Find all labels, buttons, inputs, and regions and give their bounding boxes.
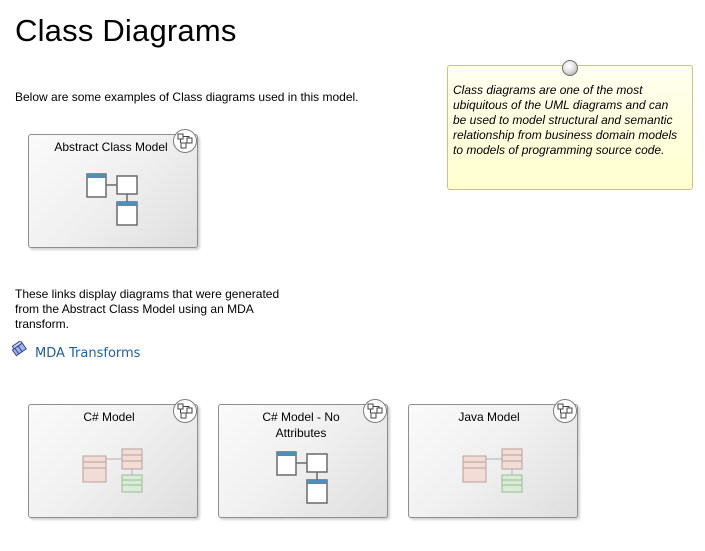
links-description-line: transform. (15, 317, 70, 331)
diagram-card-label: C# Model - No Attributes (219, 409, 387, 441)
diagram-card-csharp-model[interactable]: C# Model (28, 399, 198, 518)
diagram-card-label-line: Attributes (275, 426, 327, 440)
note-line: relationship from business domain models (453, 128, 678, 142)
diagram-card-label: Abstract Class Model (54, 140, 168, 154)
diagram-card-abstract-class-model[interactable]: Abstract Class Model (28, 129, 198, 248)
class-diagrams-page: Class Diagrams Below are some examples o… (0, 0, 705, 551)
diagram-link-icon (363, 399, 387, 423)
intro-text: Below are some examples of Class diagram… (15, 90, 359, 104)
note-line: Class diagrams are one of the most (453, 83, 643, 97)
note-line: be used to model structural and semantic (453, 113, 673, 127)
diagram-card-java-model[interactable]: Java Model (408, 399, 578, 518)
note-pin-icon (562, 60, 578, 76)
note-line: to models of programming source code. (453, 143, 665, 157)
diagram-link-icon (553, 399, 577, 423)
class-diagram-thumbnail-icon (86, 173, 138, 226)
diagram-card-csharp-no-attributes[interactable]: C# Model - No Attributes (218, 399, 388, 518)
mda-transform-icon[interactable] (11, 341, 27, 357)
diagram-card-label-line: C# Model - No (262, 410, 340, 424)
note-line: ubiquitous of the UML diagrams and can (453, 98, 669, 112)
class-diagram-thumbnail-icon (276, 451, 328, 504)
note-box: Class diagrams are one of the most ubiqu… (447, 65, 693, 190)
diagram-link-icon (173, 399, 197, 423)
class-diagram-thumbnail-icon (82, 448, 143, 493)
class-diagram-thumbnail-icon (462, 448, 523, 493)
mda-transforms-link[interactable]: MDA Transforms (35, 346, 140, 361)
links-description: These links display diagrams that were g… (15, 287, 279, 332)
diagram-link-icon (173, 129, 197, 153)
links-description-line: These links display diagrams that were g… (15, 287, 280, 301)
page-title: Class Diagrams (15, 13, 237, 48)
diagram-card-label: Java Model (458, 410, 520, 424)
diagram-card-label: C# Model (83, 410, 135, 424)
links-description-line: from the Abstract Class Model using an M… (15, 302, 254, 316)
